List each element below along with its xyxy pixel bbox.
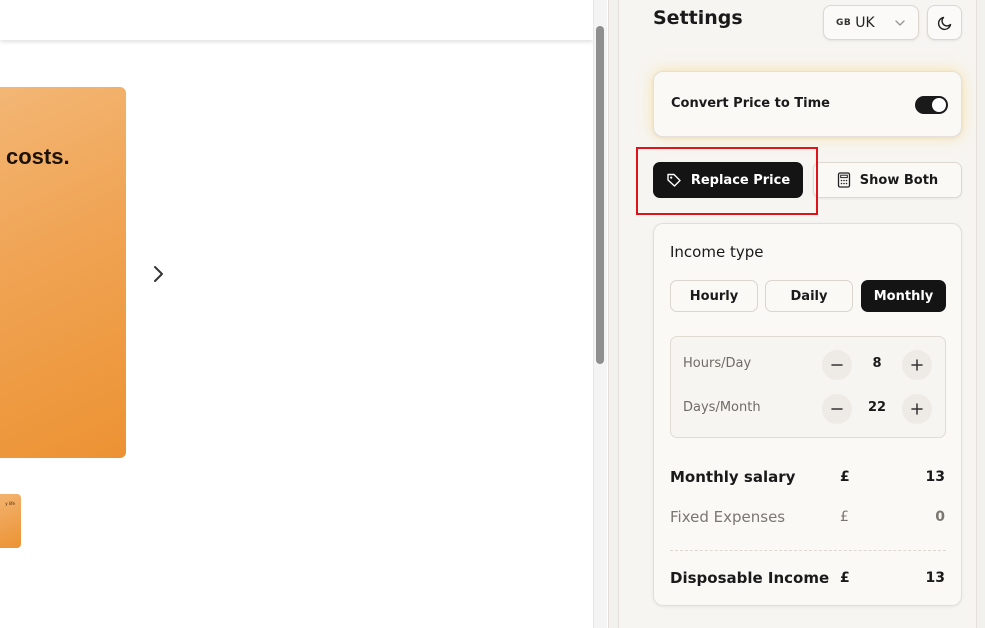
minus-icon (831, 364, 843, 366)
replace-price-label: Replace Price (690, 172, 791, 188)
divider (670, 550, 946, 551)
disposable-income-label: Disposable Income (670, 569, 830, 587)
show-both-label: Show Both (859, 172, 939, 188)
theme-toggle-button[interactable] (927, 5, 962, 40)
days-decrement-button[interactable] (822, 394, 852, 424)
web-page: costs. y life (0, 0, 593, 628)
minus-icon (831, 408, 843, 410)
region-select[interactable]: GB UK (823, 5, 919, 40)
days-per-month-value: 22 (867, 400, 887, 415)
fixed-expenses-input[interactable]: 0 (935, 509, 945, 525)
income-type-title: Income type (670, 243, 764, 261)
toggle-knob (932, 98, 946, 112)
show-both-button[interactable]: Show Both (813, 162, 962, 198)
chevron-right-icon (154, 266, 163, 282)
days-increment-button[interactable] (902, 394, 932, 424)
plus-icon (911, 359, 923, 371)
income-option-label: Monthly (873, 288, 934, 304)
fixed-expenses-label: Fixed Expenses (670, 508, 786, 526)
income-option-hourly[interactable]: Hourly (670, 280, 758, 312)
monthly-salary-label: Monthly salary (670, 468, 796, 486)
moon-icon (937, 16, 951, 30)
convert-price-label: Convert Price to Time (671, 96, 830, 111)
flag-gb-icon: GB (836, 17, 852, 28)
hero-slide: costs. (0, 87, 126, 458)
hours-decrement-button[interactable] (822, 350, 852, 380)
days-per-month-label: Days/Month (683, 400, 761, 415)
disposable-income-currency: £ (840, 570, 850, 586)
thumbnail-text: y life (5, 501, 15, 506)
carousel-next-button[interactable] (146, 262, 170, 286)
settings-panel-body: Settings GB UK Convert Price to Time Rep… (618, 0, 977, 628)
slide-thumbnail[interactable]: y life (0, 494, 21, 548)
income-option-daily[interactable]: Daily (765, 280, 853, 312)
hours-increment-button[interactable] (902, 350, 932, 380)
replace-price-button[interactable]: Replace Price (653, 162, 803, 198)
region-label: UK (855, 14, 875, 31)
convert-price-toggle[interactable] (915, 96, 948, 114)
monthly-salary-currency: £ (840, 469, 850, 485)
settings-panel: Settings GB UK Convert Price to Time Rep… (608, 0, 985, 628)
convert-price-card: Convert Price to Time (653, 71, 962, 137)
calculator-icon (837, 172, 850, 188)
scrollbar-thumb[interactable] (596, 26, 604, 364)
income-option-label: Daily (790, 288, 828, 304)
disposable-income-value: 13 (925, 570, 945, 586)
settings-title: Settings (653, 7, 743, 29)
income-option-monthly[interactable]: Monthly (861, 280, 946, 312)
plus-icon (911, 403, 923, 415)
fixed-expenses-currency: £ (840, 509, 849, 525)
tag-icon (667, 173, 681, 187)
chevron-down-icon (895, 20, 905, 26)
monthly-salary-input[interactable]: 13 (926, 469, 945, 485)
hero-text: costs. (6, 144, 70, 169)
income-option-label: Hourly (689, 288, 739, 304)
income-card: Income type Hourly Daily Monthly Hours/D… (653, 223, 962, 606)
page-scrollbar[interactable] (593, 0, 607, 628)
work-schedule-box: Hours/Day 8 Days/Month 22 (670, 336, 946, 438)
hours-per-day-value: 8 (872, 356, 882, 371)
hours-per-day-label: Hours/Day (683, 356, 752, 371)
page-header-bar (0, 0, 593, 40)
